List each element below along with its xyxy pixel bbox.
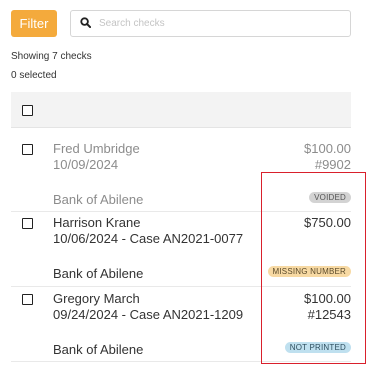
bank-name: Bank of Abilene <box>53 266 144 281</box>
payee-name: Harrison Krane <box>53 215 141 230</box>
check-date-case: 09/24/2024 - Case AN2021-1209 <box>53 307 244 322</box>
row-checkbox[interactable] <box>22 294 33 305</box>
filter-button[interactable]: Filter <box>11 10 57 37</box>
search-input[interactable] <box>99 18 350 29</box>
bank-name: Bank of Abilene <box>53 192 144 207</box>
check-count: Showing 7 checks <box>11 51 92 62</box>
check-amount: $100.00 <box>304 141 351 156</box>
select-all-checkbox[interactable] <box>22 105 33 116</box>
status-highlight-box <box>261 172 366 364</box>
check-date: 10/09/2024 <box>53 157 119 172</box>
bank-name: Bank of Abilene <box>53 342 144 357</box>
check-number: #9902 <box>314 157 351 172</box>
payee-name: Fred Umbridge <box>53 141 140 156</box>
table-header <box>11 92 351 128</box>
selected-count: 0 selected <box>11 70 57 81</box>
row-checkbox[interactable] <box>22 144 33 155</box>
search-icon <box>80 15 92 33</box>
payee-name: Gregory March <box>53 291 140 306</box>
check-date-case: 10/06/2024 - Case AN2021-0077 <box>53 231 244 246</box>
search-box[interactable] <box>70 10 351 37</box>
row-checkbox[interactable] <box>22 218 33 229</box>
toolbar: Filter <box>11 10 351 38</box>
